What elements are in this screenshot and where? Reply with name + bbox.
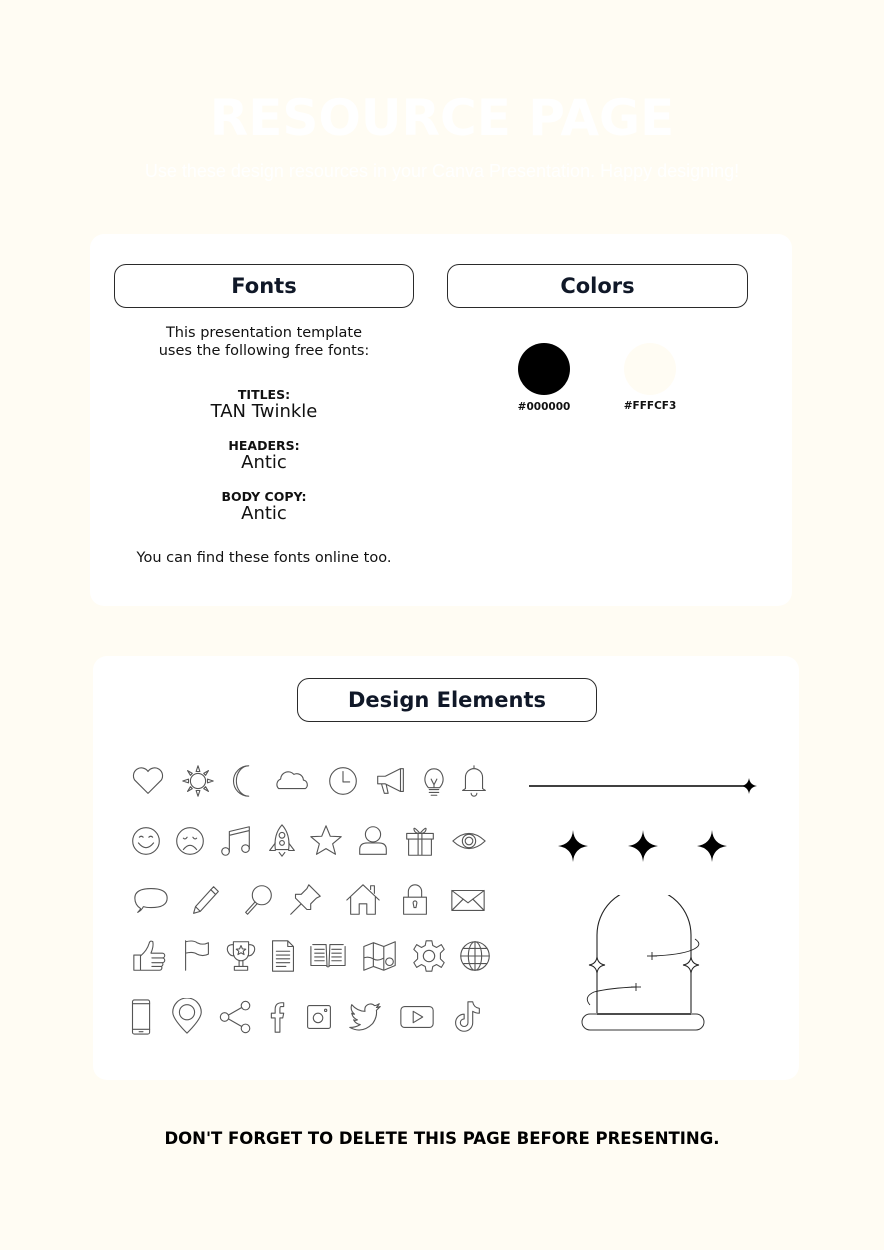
moon-icon [224,762,262,800]
font-entry-name: TAN Twinkle [210,401,318,422]
smartphone-icon [123,998,161,1036]
sparkle-icon [628,830,658,862]
pencil-icon [186,881,224,919]
fonts-footnote: You can find these fonts online too. [136,550,392,566]
thumbs-up-icon [131,937,169,975]
star-icon [307,822,345,860]
flag-icon [178,937,216,975]
rocket-icon [263,822,301,860]
font-entry-label: TITLES: [237,387,291,402]
heart-icon [129,762,167,800]
smiley-face-icon [127,822,165,860]
user-icon [354,822,392,860]
cloud-icon [273,762,311,800]
font-entry-label: HEADERS: [228,438,300,453]
arch-base [581,1013,705,1031]
pushpin-icon [286,881,324,919]
fonts-list: This presentation template uses the foll… [114,324,414,566]
speech-bubble-icon [132,881,170,919]
line-with-sparkle-decoration [529,778,757,794]
sparkle-icon [697,830,727,862]
sad-face-icon [171,822,209,860]
twitter-icon [346,998,384,1036]
color-swatch-label: #FFFCF3 [623,400,677,412]
fonts-intro-line-2: uses the following free fonts: [158,343,370,359]
color-swatch-cream [624,343,676,395]
megaphone-icon [372,762,410,800]
sparkle-icon [741,778,757,794]
color-swatch-black [518,343,570,395]
swirl-line [651,938,700,957]
colors-heading-label: Colors [560,274,635,298]
page-title: RESOURCE PAGE [209,89,675,147]
tiktok-icon [448,998,486,1036]
colors-heading: Colors [447,264,748,308]
house-icon [344,881,382,919]
sparkle-outline-icon [682,956,700,974]
location-pin-icon [168,998,206,1036]
music-note-icon [217,822,255,860]
eye-icon [450,822,488,860]
sparkle-outline-icon [588,956,606,974]
gear-icon [410,937,448,975]
sparkle-icon [558,830,588,862]
document-icon [264,937,302,975]
fonts-heading: Fonts [114,264,414,308]
design-elements-heading-label: Design Elements [347,688,547,712]
map-icon [361,937,399,975]
fonts-heading-label: Fonts [231,274,297,298]
swirl-line [586,986,637,1006]
arch-frame-decoration [581,895,705,1031]
clock-icon [324,762,362,800]
color-swatch-label: #000000 [517,401,571,413]
footer-reminder: DON'T FORGET TO DELETE THIS PAGE BEFORE … [164,1129,720,1148]
sun-icon [179,762,217,800]
globe-icon [456,937,494,975]
gift-icon [401,822,439,860]
trophy-icon [222,937,260,975]
page-subtitle: Use these design resources in your Canva… [144,161,740,181]
facebook-icon [259,998,297,1036]
padlock-icon [396,881,434,919]
font-entry-label: BODY COPY: [221,489,307,504]
fonts-intro-line-1: This presentation template [165,325,363,341]
font-entry-name: Antic [241,452,287,473]
bell-icon [455,762,493,800]
instagram-icon [300,998,338,1036]
magnifier-icon [239,881,277,919]
envelope-icon [449,881,487,919]
font-entry-name: Antic [241,503,287,524]
youtube-icon [398,998,436,1036]
open-book-icon [309,937,347,975]
lightbulb-icon [415,762,453,800]
share-icon [217,998,255,1036]
design-elements-heading: Design Elements [297,678,597,722]
